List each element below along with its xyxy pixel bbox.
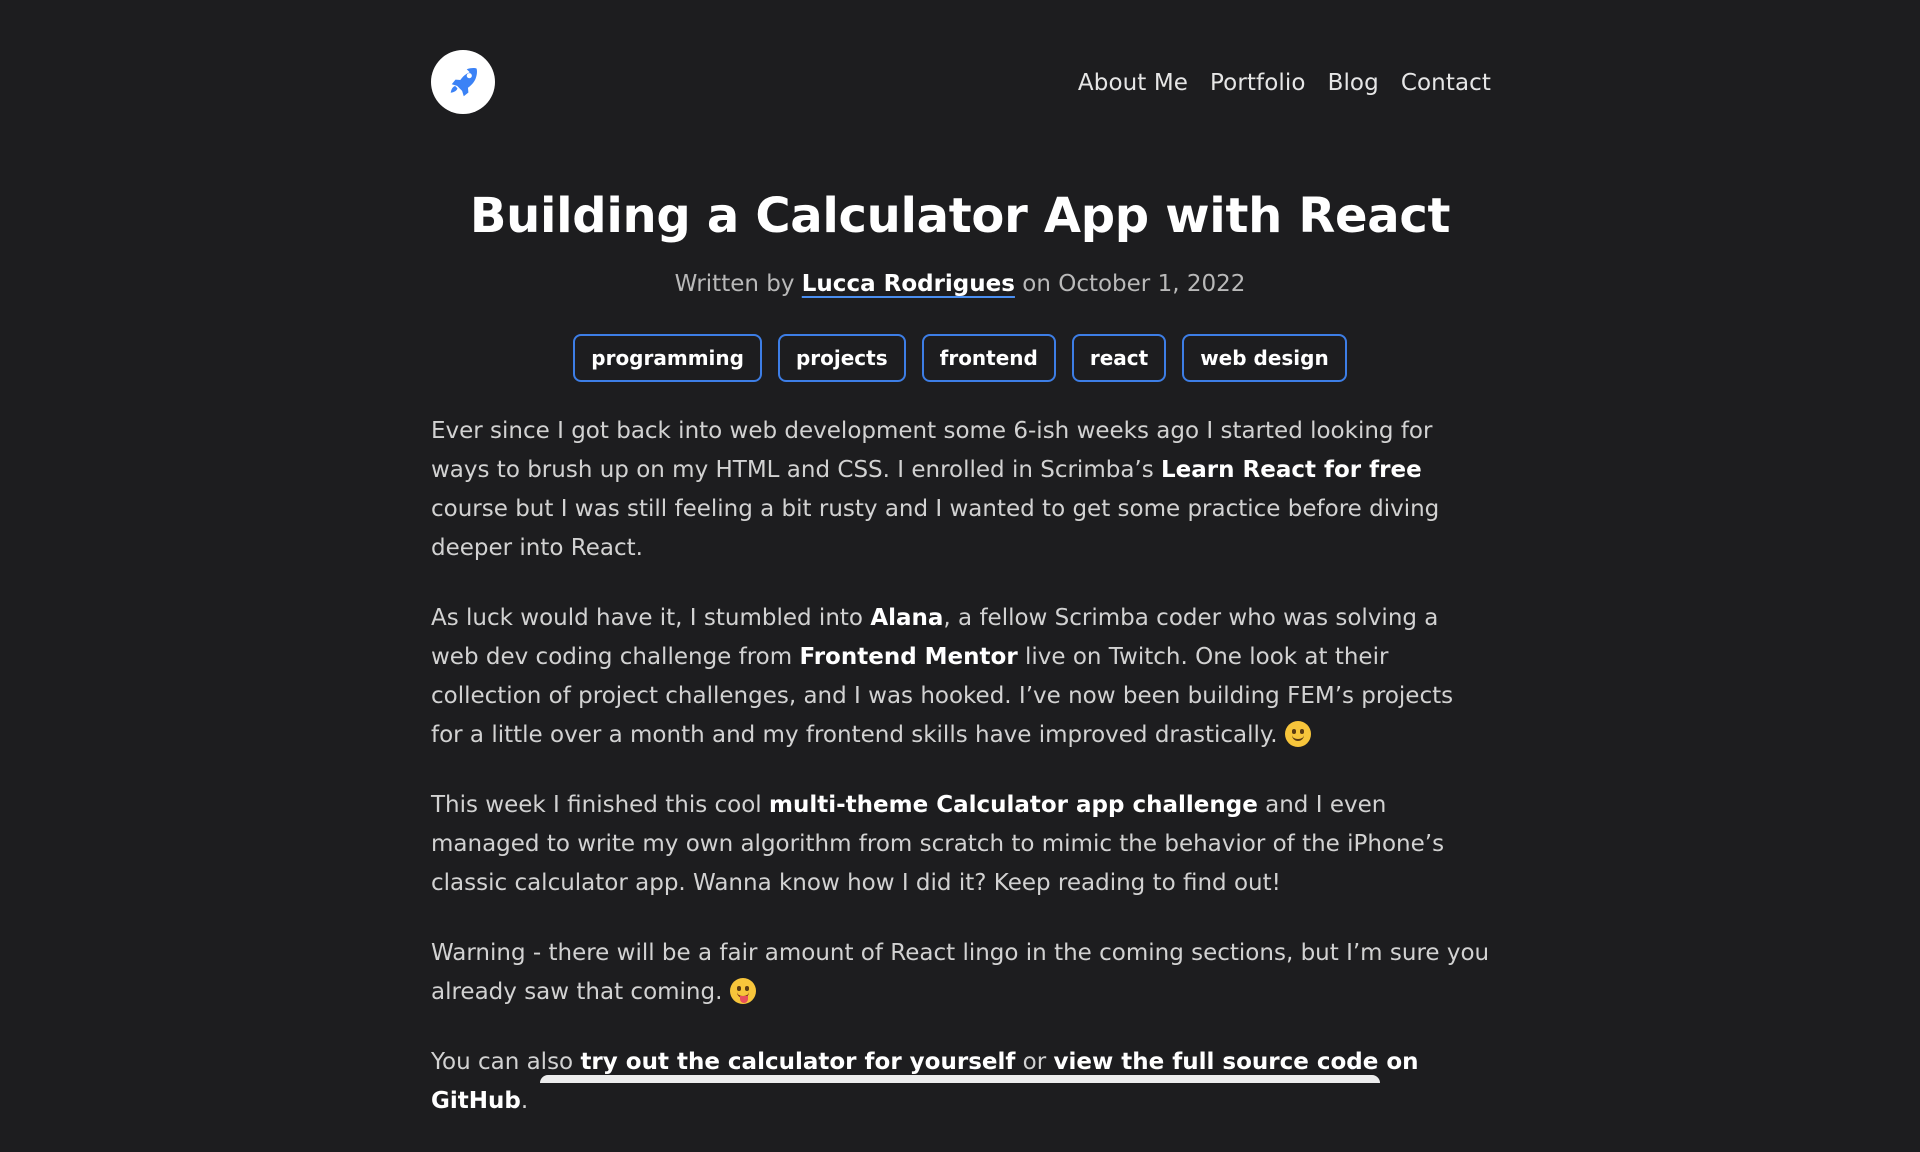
nav-blog[interactable]: Blog: [1328, 66, 1379, 100]
byline-prefix: Written by: [674, 271, 795, 297]
article-body: Ever since I got back into web developme…: [431, 412, 1491, 1152]
alana-link[interactable]: Alana: [870, 605, 943, 631]
article-byline: Written by Lucca Rodrigues on October 1,…: [0, 267, 1920, 301]
tag-projects[interactable]: projects: [777, 334, 906, 382]
author-link[interactable]: Lucca Rodrigues: [802, 271, 1015, 297]
nav-about-me[interactable]: About Me: [1078, 66, 1188, 100]
frontend-mentor-link[interactable]: Frontend Mentor: [799, 644, 1017, 670]
rocket-icon: [450, 68, 477, 97]
paragraph-3: This week I finished this cool multi-the…: [431, 786, 1491, 903]
tag-list: programming projects frontend react web …: [0, 334, 1920, 382]
article-image-top-edge: [540, 1075, 1380, 1083]
tag-web-design[interactable]: web design: [1182, 334, 1347, 382]
byline-mid: on: [1022, 271, 1051, 297]
main-nav: About Me Portfolio Blog Contact: [1078, 66, 1491, 100]
text: As luck would have it, I stumbled into: [431, 605, 871, 631]
article-date: October 1, 2022: [1058, 271, 1246, 297]
text: This week I finished this cool: [431, 792, 769, 818]
text: You can also: [431, 1049, 581, 1075]
tag-react[interactable]: react: [1071, 334, 1167, 382]
paragraph-1: Ever since I got back into web developme…: [431, 412, 1491, 568]
nav-portfolio[interactable]: Portfolio: [1210, 66, 1306, 100]
paragraph-2: As luck would have it, I stumbled into A…: [431, 599, 1491, 755]
winking-face-with-tongue-icon: [729, 978, 756, 1004]
text: or: [1015, 1049, 1054, 1075]
text: Warning - there will be a fair amount of…: [431, 940, 1490, 1005]
try-calculator-link[interactable]: try out the calculator for yourself: [580, 1049, 1015, 1075]
article-title: Building a Calculator App with React: [469, 188, 1451, 244]
tag-programming[interactable]: programming: [573, 334, 762, 382]
calculator-challenge-link[interactable]: multi-theme Calculator app challenge: [769, 792, 1258, 818]
paragraph-4: Warning - there will be a fair amount of…: [431, 934, 1491, 1012]
learn-react-link[interactable]: Learn React for free: [1161, 457, 1422, 483]
text: course but I was still feeling a bit rus…: [431, 496, 1440, 561]
text: .: [520, 1088, 529, 1114]
slightly-smiling-face-icon: [1284, 721, 1311, 747]
home-logo[interactable]: [431, 50, 495, 114]
tag-frontend[interactable]: frontend: [921, 334, 1056, 382]
nav-contact[interactable]: Contact: [1401, 66, 1491, 100]
